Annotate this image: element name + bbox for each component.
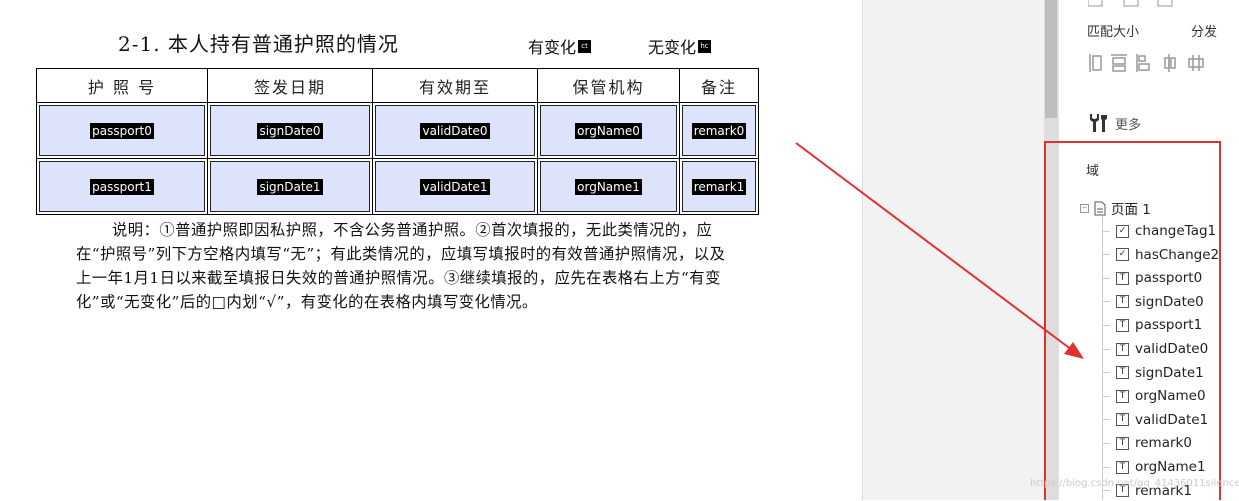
annotation-arrow: [795, 142, 1084, 359]
